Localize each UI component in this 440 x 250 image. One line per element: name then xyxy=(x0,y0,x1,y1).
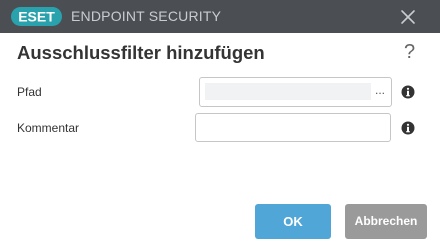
comment-input[interactable] xyxy=(195,113,391,142)
eset-logo: ESET xyxy=(11,7,62,26)
help-icon[interactable]: ? xyxy=(404,41,415,63)
path-browse-button[interactable]: ... xyxy=(375,83,385,97)
path-field[interactable]: ... xyxy=(199,77,392,107)
title-bar: ESET ENDPOINT SECURITY xyxy=(0,0,440,33)
app-title: ENDPOINT SECURITY xyxy=(71,8,222,24)
ok-button[interactable]: OK xyxy=(255,204,331,239)
comment-label: Kommentar xyxy=(17,121,80,135)
comment-info-icon[interactable] xyxy=(401,121,415,135)
dialog-title: Ausschlussfilter hinzufügen xyxy=(17,42,265,63)
path-value xyxy=(205,83,371,100)
close-icon[interactable] xyxy=(397,6,419,28)
path-info-icon[interactable] xyxy=(401,85,415,99)
svg-text:ESET: ESET xyxy=(18,9,55,25)
path-label: Pfad xyxy=(17,85,42,99)
cancel-button[interactable]: Abbrechen xyxy=(345,204,427,239)
